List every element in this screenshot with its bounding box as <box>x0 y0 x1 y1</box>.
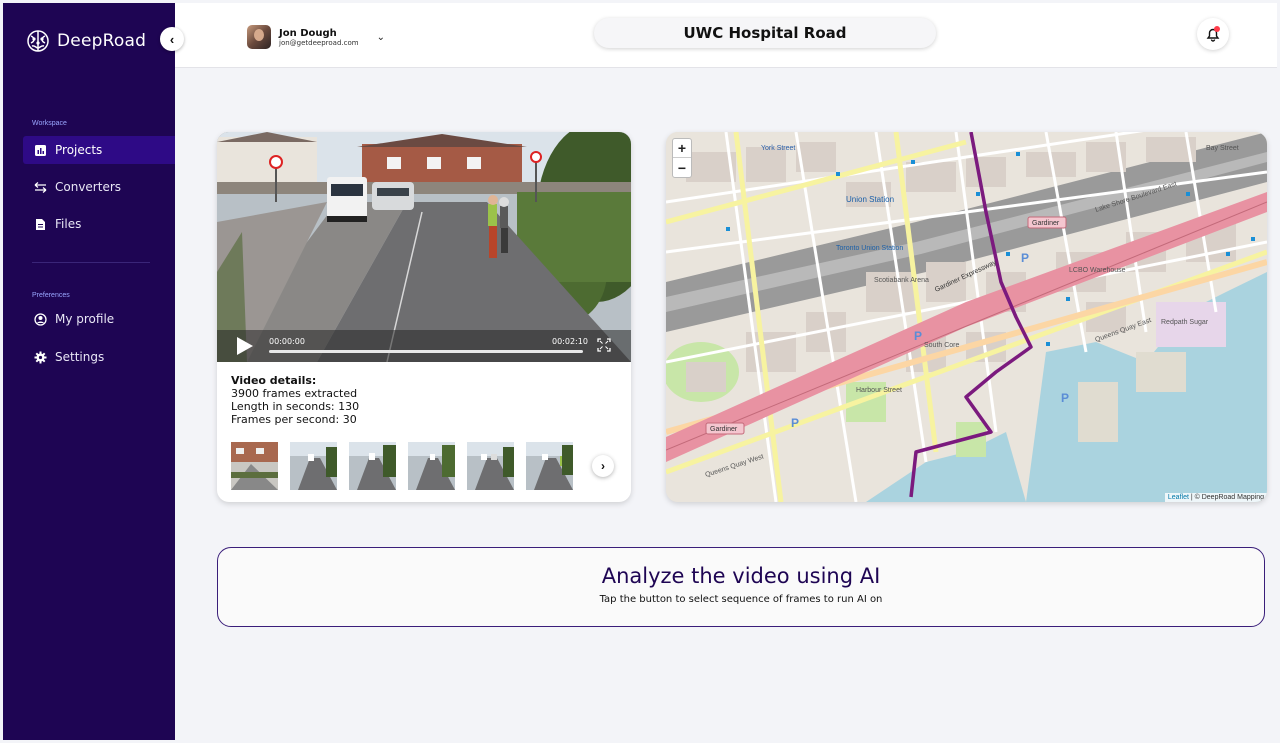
svg-text:P: P <box>1021 251 1029 265</box>
chevron-right-icon: › <box>601 459 605 473</box>
sidebar-item-label: Converters <box>55 180 122 194</box>
map-label-bay-street: Bay Street <box>1206 145 1239 152</box>
sidebar-item-converters[interactable]: Converters <box>23 173 175 201</box>
sidebar-item-files[interactable]: Files <box>23 210 175 238</box>
preferences-label: Preferences <box>32 292 70 299</box>
map-label-south-core: South Core <box>924 342 960 349</box>
frame-thumbnail[interactable] <box>231 442 278 490</box>
map-label-york-street: York Street <box>761 145 795 152</box>
file-icon <box>36 218 45 230</box>
thumbnails-next-button[interactable]: › <box>592 455 614 477</box>
video-controls: 00:00:00 00:02:10 <box>217 330 631 362</box>
video-progress-track[interactable] <box>269 350 583 353</box>
frame-thumbnails <box>231 442 573 490</box>
user-email: jon@getdeeproad.com <box>279 38 359 47</box>
map-tiles: P P P P Union Station Toronto Union Station… <box>666 132 1267 502</box>
svg-text:P: P <box>791 416 799 430</box>
arrows-icon <box>34 181 47 193</box>
sidebar-item-projects[interactable]: Projects <box>23 136 175 164</box>
frame-thumbnail[interactable] <box>526 442 573 490</box>
zoom-control: + − <box>672 138 692 178</box>
sidebar-item-label: Projects <box>55 143 103 157</box>
frame-thumbnail[interactable] <box>408 442 455 490</box>
analyze-title: Analyze the video using AI <box>601 564 881 588</box>
user-circle-icon <box>34 312 47 326</box>
map-label-gardiner-2: Gardiner <box>710 426 738 433</box>
video-length: Length in seconds: 130 <box>231 400 360 413</box>
sidebar: DeepRoad Workspace Projects Converters F… <box>3 3 175 740</box>
sidebar-item-label: Files <box>55 217 82 231</box>
map-attribution: Leaflet | © DeepRoad Mapping <box>1164 493 1267 502</box>
details-title: Video details: <box>231 374 317 387</box>
gear-icon <box>34 351 47 363</box>
duration: 00:02:10 <box>552 337 588 346</box>
chevron-left-icon: ‹ <box>169 31 175 47</box>
street-scene-image <box>217 132 631 362</box>
sidebar-item-label: My profile <box>55 312 115 326</box>
map-label-harbour-street: Harbour Street <box>856 387 902 394</box>
chevron-down-icon[interactable]: ⌄ <box>377 32 385 43</box>
brand-name: DeepRoad <box>57 31 147 51</box>
video-player[interactable]: 00:00:00 00:02:10 <box>217 132 631 362</box>
svg-text:P: P <box>1061 391 1069 405</box>
collapse-sidebar-button[interactable]: ‹ <box>160 27 184 51</box>
map-label-redpath: Redpath Sugar <box>1161 319 1209 326</box>
map-label-toronto-union: Toronto Union Station <box>836 245 903 252</box>
frame-thumbnail[interactable] <box>467 442 514 490</box>
svg-text:P: P <box>914 329 922 343</box>
page-title: UWC Hospital Road <box>594 18 936 48</box>
frame-thumbnail[interactable] <box>290 442 337 490</box>
fullscreen-icon[interactable] <box>597 338 611 352</box>
map-label-gardiner-1: Gardiner <box>1032 220 1060 227</box>
workspace-label: Workspace <box>32 120 67 127</box>
map-label-lcbo: LCBO Warehouse <box>1069 267 1126 274</box>
frames-extracted: 3900 frames extracted <box>231 387 358 400</box>
notification-dot <box>1214 26 1220 32</box>
analyze-subtitle: Tap the button to select sequence of fra… <box>599 594 883 605</box>
sidebar-divider <box>32 262 150 263</box>
map[interactable]: + − P P P P Union Station Toronto Union … <box>666 132 1267 502</box>
sidebar-item-settings[interactable]: Settings <box>23 343 175 371</box>
attribution-text: | © DeepRoad Mapping <box>1188 494 1264 501</box>
video-fps: Frames per second: 30 <box>231 413 357 426</box>
video-details: Video details: 3900 frames extracted Len… <box>231 374 359 426</box>
analyze-ai-button[interactable]: Analyze the video using AI Tap the butto… <box>217 547 1265 627</box>
zoom-out-button[interactable]: − <box>673 158 691 177</box>
brand[interactable]: DeepRoad <box>27 30 146 52</box>
frame-thumbnail[interactable] <box>349 442 396 490</box>
brain-logo-icon <box>27 30 49 52</box>
avatar <box>247 25 271 49</box>
video-card: 00:00:00 00:02:10 Video details: 3900 fr… <box>217 132 631 502</box>
map-label-scotiabank: Scotiabank Arena <box>874 277 929 284</box>
user-name: Jon Dough <box>279 27 337 39</box>
sidebar-item-label: Settings <box>55 350 105 364</box>
map-label-union-station: Union Station <box>846 195 894 204</box>
chart-icon <box>35 144 46 156</box>
topbar: Jon Dough jon@getdeeproad.com ⌄ UWC Hosp… <box>175 3 1277 68</box>
notifications-button[interactable] <box>1197 18 1229 50</box>
leaflet-link[interactable]: Leaflet <box>1168 494 1189 501</box>
play-icon[interactable] <box>237 337 253 355</box>
sidebar-item-my-profile[interactable]: My profile <box>23 305 175 333</box>
user-menu[interactable]: Jon Dough jon@getdeeproad.com ⌄ <box>247 25 385 49</box>
zoom-in-button[interactable]: + <box>673 139 691 158</box>
current-time: 00:00:00 <box>269 337 305 346</box>
